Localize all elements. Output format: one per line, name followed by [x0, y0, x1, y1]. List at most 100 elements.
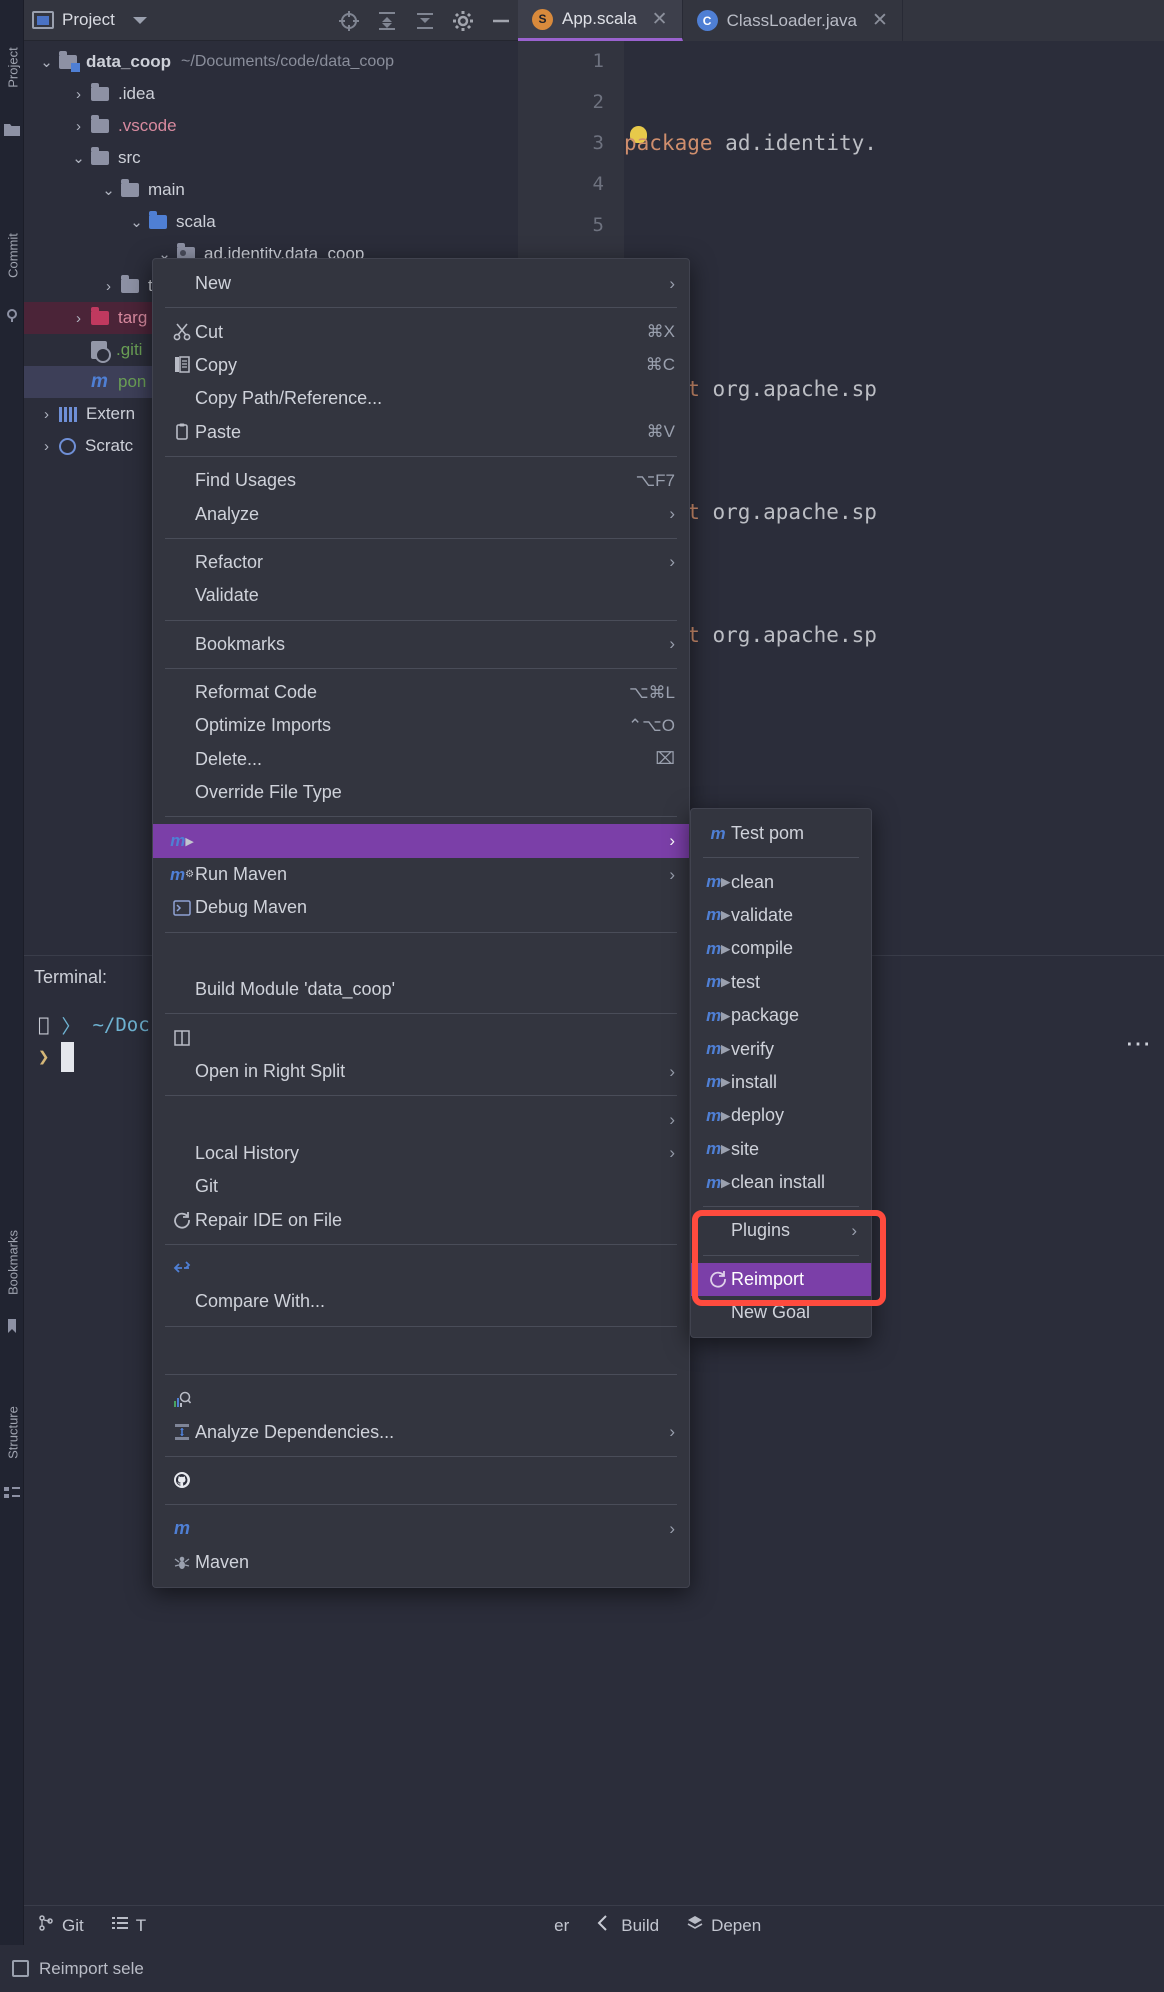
close-icon[interactable]: ✕	[652, 8, 668, 31]
menu-item-open-terminal-maven-module-path[interactable]: Debug Maven	[153, 891, 689, 924]
status-git[interactable]: Git	[38, 1915, 84, 1936]
submenu-item-compile[interactable]: m▸ compile	[691, 932, 871, 965]
menu-item-diagrams[interactable]: Analyze Dependencies... ›	[153, 1415, 689, 1448]
submenu-item-deploy[interactable]: m▸ deploy	[691, 1099, 871, 1132]
menu-item-new[interactable]: New ›	[153, 267, 689, 300]
run-maven-submenu[interactable]: m Test pom m▸ clean m▸ validate m▸ compile m…	[690, 808, 872, 1339]
project-rail-icon	[4, 122, 20, 138]
menu-item-compare-file-with-editor[interactable]: Compare With...	[153, 1285, 689, 1318]
status-build[interactable]: Build	[597, 1915, 659, 1936]
submenu-item-install[interactable]: m▸ install	[691, 1066, 871, 1099]
tree-row-main[interactable]: ⌄ main	[24, 174, 518, 206]
menu-item-analyze[interactable]: Analyze ›	[153, 497, 689, 530]
rail-tab-bookmarks[interactable]: Bookmarks	[6, 1228, 21, 1298]
menu-item-reload-from-disk[interactable]: Repair IDE on File	[153, 1203, 689, 1236]
rail-tab-commit[interactable]: Commit	[6, 221, 21, 291]
line-number: 4	[592, 173, 604, 195]
twisty-icon[interactable]: ›	[34, 406, 59, 423]
submenu-item-reimport[interactable]: Reimport	[691, 1262, 871, 1297]
twisty-icon[interactable]: ›	[66, 86, 91, 103]
menu-item-analyze-dependencies[interactable]	[153, 1382, 689, 1415]
menu-item-open-in-right-split[interactable]	[153, 1021, 689, 1054]
prompt-icon: ❯	[38, 1046, 50, 1068]
menu-item-copy-path-reference[interactable]: Copy Path/Reference...	[153, 382, 689, 415]
menu-item-compare-with[interactable]	[153, 1252, 689, 1285]
maven-goal-icon: m▸	[706, 1072, 730, 1092]
twisty-icon[interactable]: ⌄	[66, 149, 91, 167]
submenu-item-plugins[interactable]: Plugins ›	[691, 1214, 871, 1247]
status-profiler[interactable]: er	[554, 1916, 569, 1936]
more-options-icon[interactable]: ⋯	[1125, 1028, 1154, 1059]
menu-item-git[interactable]: Local History ›	[153, 1137, 689, 1170]
twisty-icon[interactable]: ⌄	[96, 181, 121, 199]
checkbox-icon	[12, 1960, 29, 1977]
menu-item-run-maven[interactable]: m ▶ ›	[153, 824, 689, 858]
twisty-icon[interactable]: ›	[66, 310, 91, 327]
menu-item-build-module[interactable]	[153, 940, 689, 973]
rail-tab-project[interactable]: Project	[6, 33, 21, 103]
submenu-item-new-goal[interactable]: New Goal	[691, 1296, 871, 1329]
menu-item-bookmarks[interactable]: Bookmarks ›	[153, 628, 689, 661]
submenu-item-clean[interactable]: m▸ clean	[691, 865, 871, 898]
menu-item-refactor[interactable]: Refactor ›	[153, 546, 689, 579]
menu-item-generate-xsd-schema[interactable]	[153, 1334, 689, 1367]
menu-item-paste[interactable]: Paste ⌘V	[153, 416, 689, 449]
submenu-item-test[interactable]: m▸ test	[691, 966, 871, 999]
tree-path: ~/Documents/code/data_coop	[181, 53, 395, 70]
submenu-item-test-pom[interactable]: m Test pom	[691, 817, 871, 850]
status-dependencies[interactable]: Depen	[687, 1915, 761, 1936]
menu-item-rebuild-module[interactable]: Build Module 'data_coop'	[153, 973, 689, 1006]
submenu-item-verify[interactable]: m▸ verify	[691, 1032, 871, 1065]
menu-item-maven[interactable]: m ›	[153, 1512, 689, 1545]
menu-item-local-history[interactable]: ›	[153, 1103, 689, 1136]
menu-item-repair-ide-on-file[interactable]: Git	[153, 1170, 689, 1203]
rail-tab-structure[interactable]: Structure	[6, 1398, 21, 1468]
menu-item-cut[interactable]: Cut ⌘X	[153, 315, 689, 348]
tab-app-scala[interactable]: S App.scala ✕	[518, 0, 683, 41]
menu-item-override-file-type[interactable]: Override File Type	[153, 776, 689, 809]
target-icon[interactable]	[338, 10, 360, 32]
minimize-icon[interactable]	[490, 10, 512, 32]
menu-separator	[165, 816, 677, 818]
menu-item-open-in[interactable]: Open in Right Split ›	[153, 1055, 689, 1088]
tree-row-src[interactable]: ⌄ src	[24, 142, 518, 174]
twisty-icon[interactable]: ›	[34, 438, 59, 455]
menu-item-find-usages[interactable]: Find Usages ⌥F7	[153, 464, 689, 497]
tab-classloader-java[interactable]: C ClassLoader.java ✕	[683, 0, 903, 41]
submenu-item-clean-install[interactable]: m▸ clean install	[691, 1166, 871, 1199]
menu-item-validate[interactable]: Validate	[153, 579, 689, 612]
submenu-item-package[interactable]: m▸ package	[691, 999, 871, 1032]
tree-label: targ	[118, 308, 148, 327]
tree-row-idea[interactable]: › .idea	[24, 78, 518, 110]
expand-all-icon[interactable]	[414, 10, 436, 32]
menu-separator	[165, 1095, 677, 1097]
submenu-separator	[703, 1206, 859, 1208]
menu-item-add-as-ant-build-file[interactable]: Maven	[153, 1546, 689, 1579]
twisty-icon[interactable]: ›	[66, 118, 91, 135]
collapse-all-icon[interactable]	[376, 10, 398, 32]
chevron-down-icon[interactable]	[132, 16, 147, 24]
menu-item-create-gist[interactable]	[153, 1464, 689, 1497]
twisty-icon[interactable]: ⌄	[124, 213, 149, 231]
gear-icon[interactable]	[452, 10, 474, 32]
close-icon[interactable]: ✕	[872, 9, 888, 32]
twisty-icon[interactable]: ⌄	[34, 53, 59, 71]
twisty-icon[interactable]: ›	[96, 278, 121, 295]
menu-item-debug-maven[interactable]: m ⚙ Run Maven ›	[153, 858, 689, 891]
chevron-right-icon: ›	[851, 1220, 857, 1240]
menu-item-optimize-imports[interactable]: Optimize Imports ⌃⌥O	[153, 709, 689, 742]
tree-row-data_coop[interactable]: ⌄ data_coop ~/Documents/code/data_coop	[24, 46, 518, 78]
menu-item-reformat-code[interactable]: Reformat Code ⌥⌘L	[153, 676, 689, 709]
menu-item-copy[interactable]: Copy ⌘C	[153, 349, 689, 382]
submenu-item-validate[interactable]: m▸ validate	[691, 899, 871, 932]
line-number: 5	[592, 214, 604, 236]
folder-module-icon	[59, 51, 80, 72]
submenu-item-site[interactable]: m▸ site	[691, 1133, 871, 1166]
status-todo[interactable]: T	[111, 1915, 146, 1936]
tree-row-scala[interactable]: ⌄ scala	[24, 206, 518, 238]
menu-separator	[165, 1243, 677, 1245]
menu-item-delete[interactable]: Delete... ⌧	[153, 743, 689, 776]
context-menu[interactable]: New › Cut ⌘X Copy ⌘C Copy Path/Reference...…	[152, 258, 690, 1588]
menu-separator	[165, 619, 677, 621]
tree-row-vscode[interactable]: › .vscode	[24, 110, 518, 142]
